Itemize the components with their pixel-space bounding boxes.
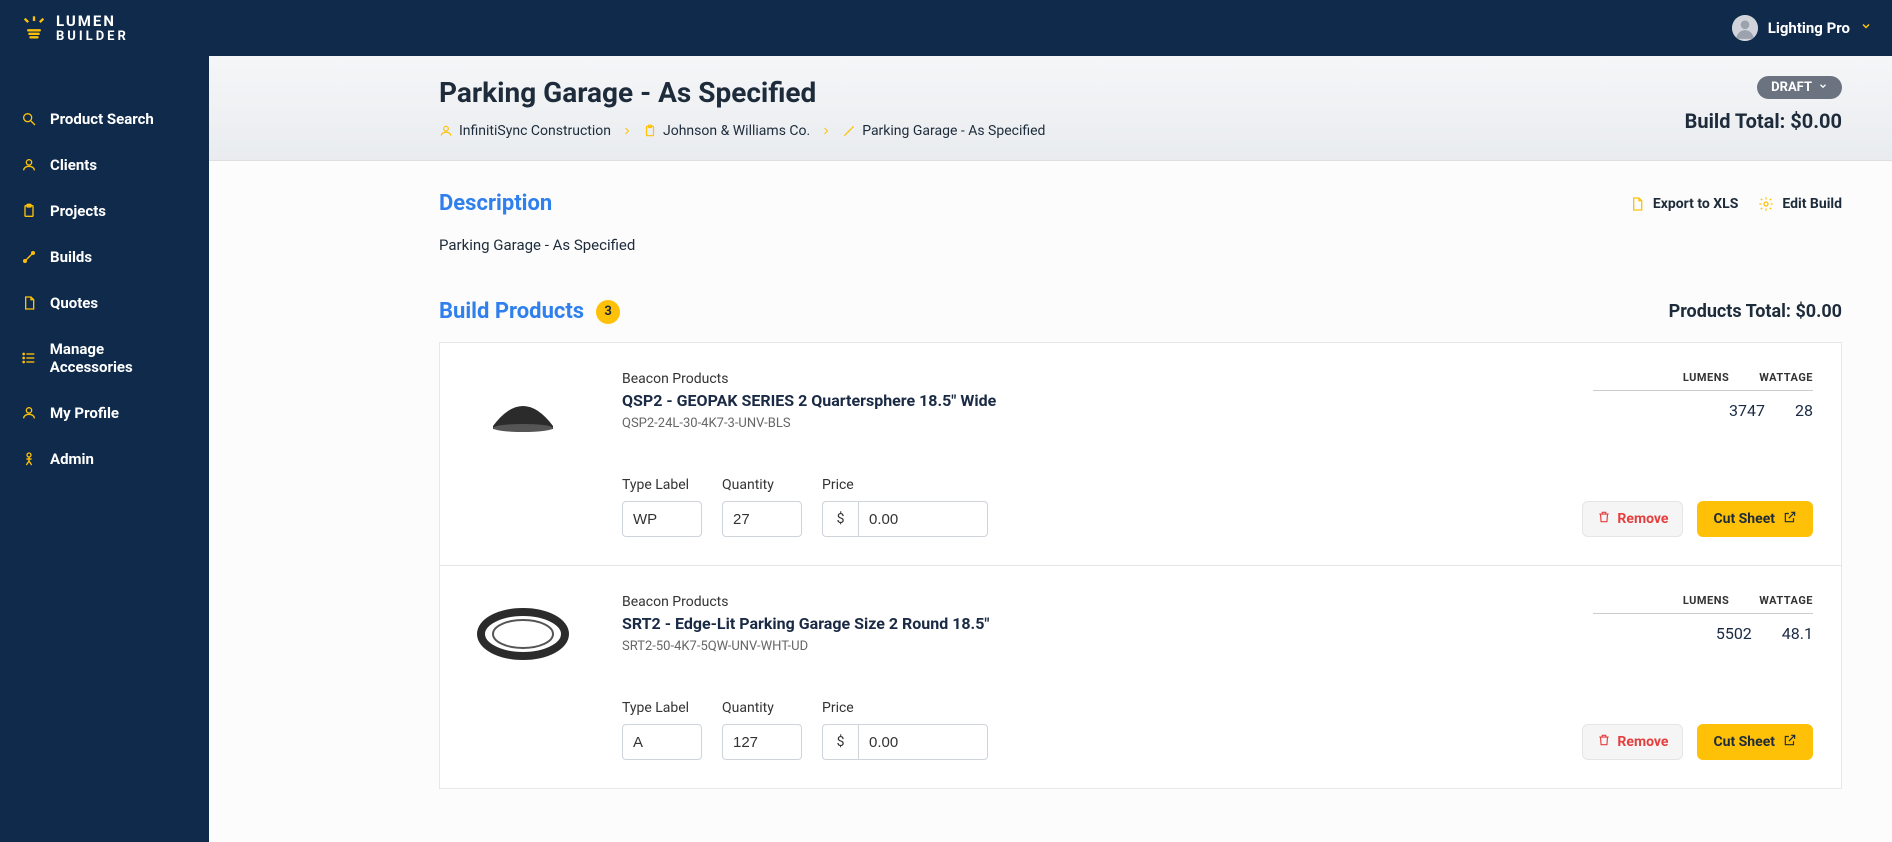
description-text: Parking Garage - As Specified [439,236,1842,254]
build-products-heading: Build Products [439,299,584,324]
export-xls-button[interactable]: Export to XLS [1629,196,1738,212]
breadcrumb-client[interactable]: InfinitiSync Construction [459,123,611,139]
person-icon [20,451,38,467]
brand-logo[interactable]: LUMEN BUILDER [20,14,129,43]
product-thumbnail [468,594,578,674]
remove-button[interactable]: Remove [1582,501,1683,537]
cut-sheet-button[interactable]: Cut Sheet [1697,724,1813,760]
tools-icon [842,124,856,138]
sidebar-item-product-search[interactable]: Product Search [0,96,209,142]
sidebar: Product Search Clients Projects Builds Q… [0,56,209,842]
cut-sheet-button[interactable]: Cut Sheet [1697,501,1813,537]
sidebar-item-profile[interactable]: My Profile [0,390,209,436]
chevron-down-icon [1860,20,1872,36]
product-specs: LUMENS WATTAGE 5502 48.1 [1593,594,1813,643]
user-name: Lighting Pro [1768,19,1850,37]
trash-icon [1597,733,1611,751]
sidebar-item-label: Product Search [50,110,154,128]
clipboard-icon [20,203,38,219]
edit-build-button[interactable]: Edit Build [1758,196,1842,212]
list-icon [20,350,38,366]
currency-prefix: $ [822,724,858,760]
sidebar-item-label: Clients [50,156,97,174]
user-icon [20,405,38,421]
price-label: Price [822,700,988,716]
product-thumbnail [468,371,578,451]
product-brand: Beacon Products [622,371,1569,387]
lumens-value: 5502 [1716,614,1752,643]
sidebar-item-projects[interactable]: Projects [0,188,209,234]
gear-icon [1758,196,1774,212]
user-icon [20,157,38,173]
lightbulb-icon [20,14,48,42]
type-input[interactable] [622,501,702,537]
product-brand: Beacon Products [622,594,1569,610]
remove-button[interactable]: Remove [1582,724,1683,760]
product-name: QSP2 - GEOPAK SERIES 2 Quartersphere 18.… [622,391,1569,410]
type-label: Type Label [622,477,702,493]
products-total: Products Total: $0.00 [1669,301,1842,322]
external-link-icon [1783,733,1797,751]
product-name: SRT2 - Edge-Lit Parking Garage Size 2 Ro… [622,614,1569,633]
description-heading: Description [439,191,552,216]
currency-prefix: $ [822,501,858,537]
sidebar-item-label: My Profile [50,404,119,422]
main: Parking Garage - As Specified InfinitiSy… [209,56,1892,842]
sidebar-item-label: Manage Accessories [50,340,189,376]
product-sku: QSP2-24L-30-4K7-3-UNV-BLS [622,416,1569,431]
qty-input[interactable] [722,501,802,537]
status-dropdown[interactable]: DRAFT [1757,76,1842,99]
file-icon [20,295,38,311]
product-count-badge: 3 [596,300,620,324]
product-card: Beacon Products SRT2 - Edge-Lit Parking … [439,566,1842,789]
sidebar-item-label: Admin [50,450,94,468]
page-title: Parking Garage - As Specified [439,76,1045,109]
product-sku: SRT2-50-4K7-5QW-UNV-WHT-UD [622,639,1569,654]
breadcrumb-project[interactable]: Johnson & Williams Co. [663,123,810,139]
brand-text: LUMEN BUILDER [56,14,129,43]
lumens-value: 3747 [1729,391,1765,420]
tools-icon [20,249,38,265]
type-input[interactable] [622,724,702,760]
qty-input[interactable] [722,724,802,760]
build-total: Build Total: $0.00 [1685,109,1842,133]
user-menu[interactable]: Lighting Pro [1732,15,1872,41]
wattage-value: 28 [1795,391,1813,420]
chevron-right-icon [621,125,633,137]
product-card: Beacon Products QSP2 - GEOPAK SERIES 2 Q… [439,342,1842,566]
search-icon [20,111,38,127]
type-label: Type Label [622,700,702,716]
sidebar-item-clients[interactable]: Clients [0,142,209,188]
external-link-icon [1783,510,1797,528]
trash-icon [1597,510,1611,528]
sidebar-item-label: Projects [50,202,106,220]
price-input[interactable] [858,724,988,760]
chevron-down-icon [1818,80,1828,95]
page-header: Parking Garage - As Specified InfinitiSy… [209,56,1892,161]
sidebar-item-admin[interactable]: Admin [0,436,209,482]
product-specs: LUMENS WATTAGE 3747 28 [1593,371,1813,420]
status-label: DRAFT [1771,80,1812,95]
price-input[interactable] [858,501,988,537]
breadcrumbs: InfinitiSync Construction Johnson & Will… [439,123,1045,139]
topbar: LUMEN BUILDER Lighting Pro [0,0,1892,56]
chevron-right-icon [820,125,832,137]
qty-label: Quantity [722,477,802,493]
sidebar-item-quotes[interactable]: Quotes [0,280,209,326]
sidebar-item-builds[interactable]: Builds [0,234,209,280]
clipboard-icon [643,124,657,138]
file-export-icon [1629,196,1645,212]
content: Description Export to XLS Edit Build Par… [209,161,1892,842]
price-label: Price [822,477,988,493]
avatar [1732,15,1758,41]
breadcrumb-current: Parking Garage - As Specified [862,123,1045,139]
wattage-value: 48.1 [1782,614,1813,643]
user-icon [439,124,453,138]
sidebar-item-label: Quotes [50,294,98,312]
sidebar-item-accessories[interactable]: Manage Accessories [0,326,209,390]
sidebar-item-label: Builds [50,248,92,266]
qty-label: Quantity [722,700,802,716]
